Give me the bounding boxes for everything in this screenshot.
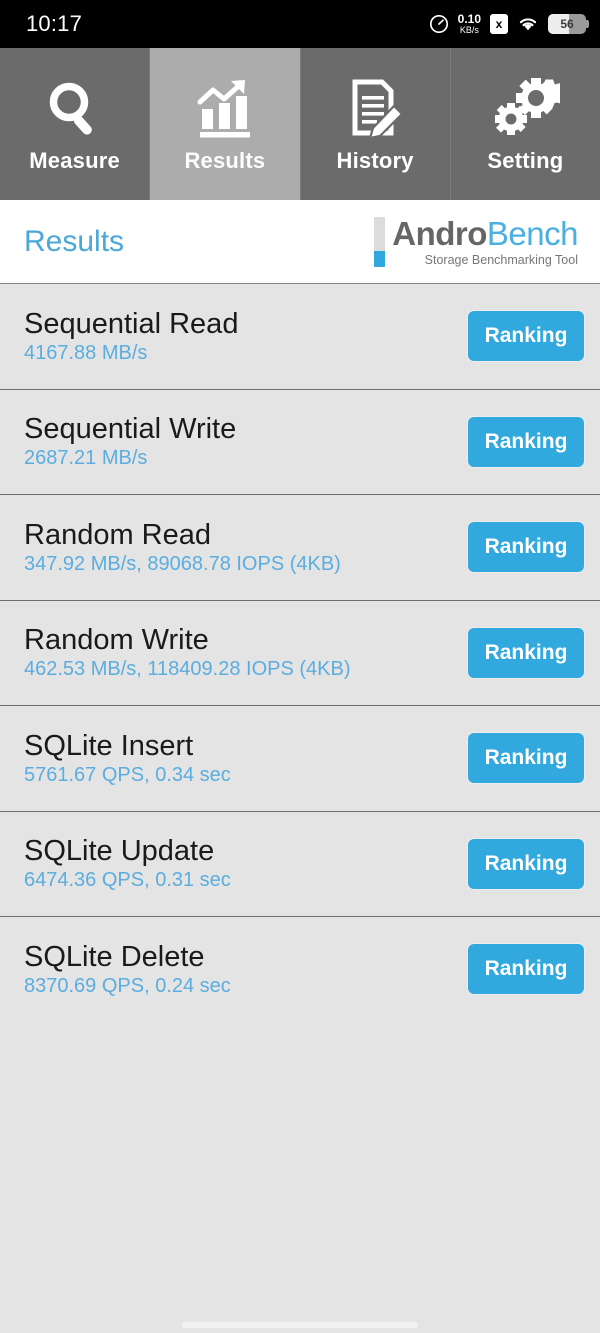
network-speed-value: 0.10 [457, 12, 481, 27]
ranking-button[interactable]: Ranking [468, 944, 584, 995]
tab-history-label: History [336, 148, 414, 173]
tab-setting[interactable]: Setting [450, 48, 600, 200]
result-name: SQLite Insert [24, 729, 194, 762]
tab-results[interactable]: Results [150, 48, 301, 200]
battery-icon: 56 [548, 14, 589, 34]
table-row[interactable]: Random Write 462.53 MB/s, 118409.28 IOPS… [0, 599, 600, 705]
table-row[interactable]: SQLite Insert 5761.67 QPS, 0.34 sec Rank… [0, 705, 600, 811]
status-bar: 10:17 0.10 KB/s x 56 [0, 0, 600, 48]
ranking-button[interactable]: Ranking [468, 627, 584, 678]
ranking-button[interactable]: Ranking [468, 838, 584, 889]
result-value: 347.92 MB/s, 89068.78 IOPS (4KB) [24, 552, 341, 575]
status-icons: 0.10 KB/s x 56 [429, 13, 589, 34]
logo-subtitle: Storage Benchmarking Tool [424, 252, 578, 267]
table-row[interactable]: Random Read 347.92 MB/s, 89068.78 IOPS (… [0, 494, 600, 600]
status-time: 10:17 [26, 11, 83, 36]
network-speed: 0.10 KB/s [458, 13, 481, 34]
result-name: SQLite Delete [24, 940, 205, 973]
bar-chart-arrow-icon [192, 74, 258, 144]
logo-primary-text: Andro [392, 214, 487, 252]
ranking-button[interactable]: Ranking [468, 416, 584, 467]
result-name: Sequential Read [24, 307, 239, 340]
result-name: Sequential Write [24, 413, 237, 446]
result-name: Random Read [24, 518, 211, 551]
table-row[interactable]: Sequential Read 4167.88 MB/s Ranking [0, 283, 600, 389]
network-speed-unit: KB/s [459, 24, 479, 35]
ranking-button[interactable]: Ranking [468, 733, 584, 784]
result-value: 4167.88 MB/s [24, 341, 148, 364]
result-value: 8370.69 QPS, 0.24 sec [24, 974, 231, 997]
logo-wordmark: AndroBench [392, 217, 578, 250]
page-title: Results [24, 224, 125, 258]
table-row[interactable]: SQLite Delete 8370.69 QPS, 0.24 sec Rank… [0, 916, 600, 1022]
result-value: 462.53 MB/s, 118409.28 IOPS (4KB) [24, 658, 351, 681]
result-value: 5761.67 QPS, 0.34 sec [24, 763, 231, 786]
result-value: 2687.21 MB/s [24, 447, 148, 470]
gears-icon [490, 74, 561, 144]
sim-disabled-icon: x [490, 14, 508, 34]
battery-percent: 56 [560, 17, 574, 31]
result-value: 6474.36 QPS, 0.31 sec [24, 869, 231, 892]
page-header: Results AndroBench Storage Benchmarking … [0, 200, 600, 283]
tab-measure[interactable]: Measure [0, 48, 151, 200]
tab-history[interactable]: History [300, 48, 451, 200]
ranking-button[interactable]: Ranking [468, 311, 584, 362]
tab-measure-label: Measure [29, 148, 120, 173]
result-name: SQLite Update [24, 835, 215, 868]
ranking-button[interactable]: Ranking [468, 522, 584, 573]
table-row[interactable]: Sequential Write 2687.21 MB/s Ranking [0, 388, 600, 494]
wifi-icon [517, 15, 539, 33]
tab-setting-label: Setting [487, 148, 564, 173]
gesture-navigation-bar[interactable] [182, 1322, 418, 1328]
tab-bar: Measure Results History Setting [0, 48, 600, 200]
result-name: Random Write [24, 624, 209, 657]
logo-bar-icon [374, 216, 386, 267]
speedometer-icon [429, 14, 449, 34]
androbench-logo: AndroBench Storage Benchmarking Tool [374, 216, 579, 267]
results-list: Sequential Read 4167.88 MB/s Ranking Seq… [0, 283, 600, 1333]
logo-secondary-text: Bench [486, 214, 579, 252]
tab-results-label: Results [184, 148, 266, 173]
table-row[interactable]: SQLite Update 6474.36 QPS, 0.31 sec Rank… [0, 810, 600, 916]
document-pencil-icon [342, 74, 408, 144]
magnifier-icon [42, 74, 108, 144]
